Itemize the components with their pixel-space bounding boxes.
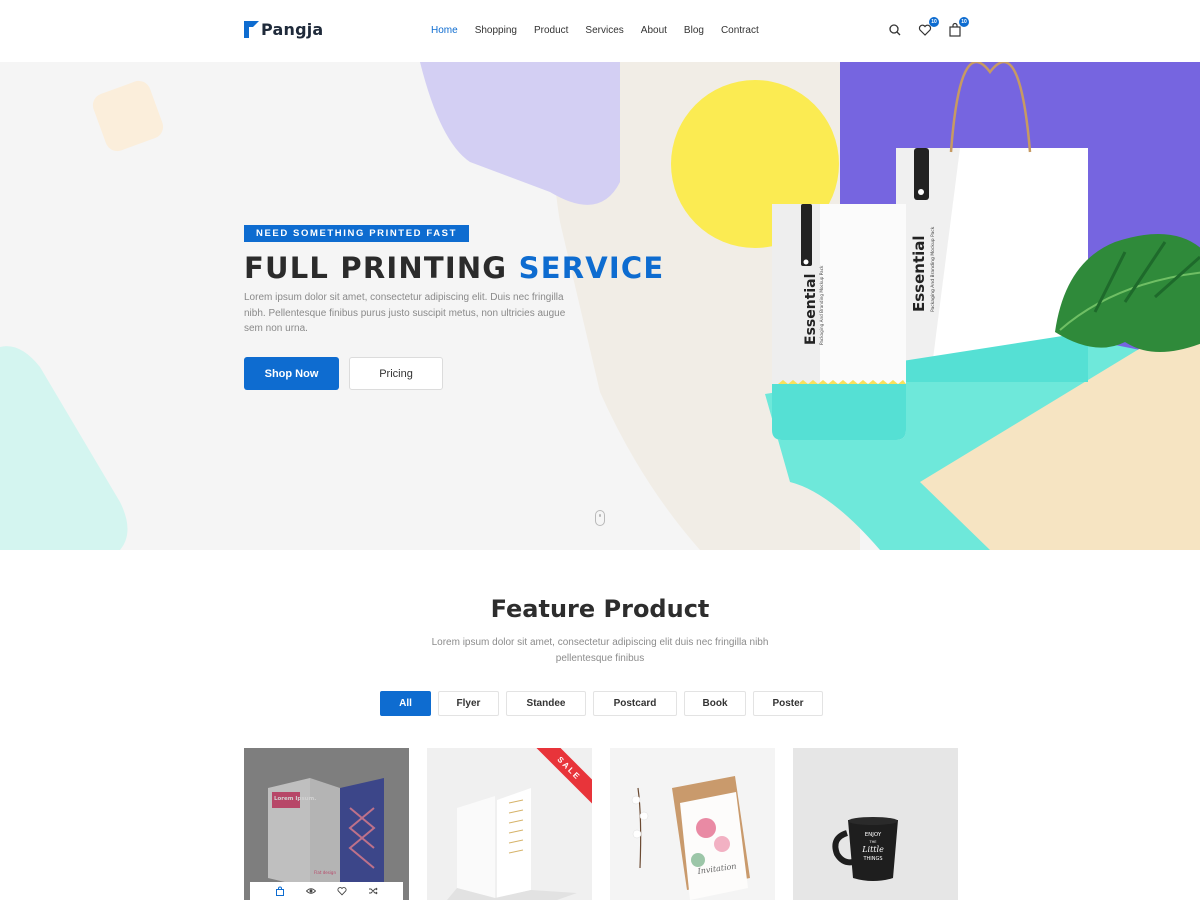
heart-icon[interactable] bbox=[337, 886, 347, 896]
hero-title-accent: SERVICE bbox=[518, 251, 665, 285]
site-header: Pangja Home Shopping Product Services Ab… bbox=[0, 0, 1200, 62]
filter-poster[interactable]: Poster bbox=[753, 691, 823, 716]
nav-item-home[interactable]: Home bbox=[431, 25, 458, 36]
feature-title: Feature Product bbox=[490, 595, 710, 623]
nav-item-product[interactable]: Product bbox=[534, 25, 568, 36]
filter-all[interactable]: All bbox=[380, 691, 431, 716]
cart-count-badge: 10 bbox=[959, 17, 969, 27]
shopping-bag-icon[interactable] bbox=[275, 886, 285, 896]
svg-text:THE: THE bbox=[869, 840, 877, 844]
svg-text:ENJOY: ENJOY bbox=[865, 832, 882, 838]
pricing-button[interactable]: Pricing bbox=[349, 357, 443, 390]
svg-text:Packaging And Branding Mockup: Packaging And Branding Mockup Pack bbox=[819, 265, 824, 345]
svg-text:Packaging And Branding Mockup: Packaging And Branding Mockup Pack bbox=[930, 226, 936, 312]
header-actions: 10 10 bbox=[888, 17, 969, 38]
hero-description: Lorem ipsum dolor sit amet, consectetur … bbox=[244, 292, 566, 334]
shuffle-icon[interactable] bbox=[368, 886, 379, 896]
nav-item-services[interactable]: Services bbox=[585, 25, 623, 36]
pouch-mockup: Essential Packaging And Branding Mockup … bbox=[772, 204, 906, 440]
filter-flyer[interactable]: Flyer bbox=[438, 691, 499, 716]
hero-tagline: NEED SOMETHING PRINTED FAST bbox=[244, 225, 470, 242]
logo-mark-icon bbox=[244, 21, 259, 38]
mug-image: ENJOY THE Little THINGS bbox=[793, 748, 958, 900]
invitation-image: Invitation bbox=[610, 748, 775, 900]
hero-title: FULL PRINTING SERVICE bbox=[244, 251, 664, 285]
filter-postcard[interactable]: Postcard bbox=[593, 691, 677, 716]
filter-book[interactable]: Book bbox=[684, 691, 746, 716]
brand-name: Pangja bbox=[261, 20, 324, 39]
product-actions bbox=[250, 882, 403, 900]
hero-banner: Essential Packaging And Branding Mockup … bbox=[0, 62, 1200, 550]
nav-item-contract[interactable]: Contract bbox=[721, 25, 759, 36]
eye-icon[interactable] bbox=[305, 886, 316, 896]
nav-item-about[interactable]: About bbox=[641, 25, 667, 36]
brochure-image: Lorem Ipsum. Flat design bbox=[244, 748, 409, 900]
hero-buttons: Shop Now Pricing bbox=[244, 357, 443, 390]
search-icon[interactable] bbox=[888, 22, 902, 38]
nav-item-shopping[interactable]: Shopping bbox=[475, 25, 517, 36]
product-card-brochure[interactable]: Lorem Ipsum. Flat design bbox=[244, 748, 409, 900]
wishlist-button[interactable]: 10 bbox=[918, 17, 939, 38]
main-nav: Home Shopping Product Services About Blo… bbox=[431, 25, 776, 36]
nav-item-blog[interactable]: Blog bbox=[684, 25, 704, 36]
svg-text:Little: Little bbox=[861, 845, 884, 854]
product-card-mug[interactable]: ENJOY THE Little THINGS bbox=[793, 748, 958, 900]
svg-text:Essential: Essential bbox=[803, 274, 819, 345]
svg-text:Essential: Essential bbox=[910, 235, 928, 312]
feature-description: Lorem ipsum dolor sit amet, consectetur … bbox=[431, 637, 769, 664]
mouse-scroll-icon[interactable] bbox=[595, 510, 605, 526]
product-filter-tabs: All Flyer Standee Postcard Book Poster bbox=[380, 691, 823, 716]
logo[interactable]: Pangja bbox=[244, 20, 323, 39]
product-card-invitation[interactable]: Invitation bbox=[610, 748, 775, 900]
hero-title-main: FULL PRINTING bbox=[244, 251, 508, 285]
wishlist-count-badge: 10 bbox=[929, 17, 939, 27]
product-card-standee[interactable]: SALE bbox=[427, 748, 592, 900]
shop-now-button[interactable]: Shop Now bbox=[244, 357, 339, 390]
hero-content: NEED SOMETHING PRINTED FAST FULL PRINTIN… bbox=[244, 223, 664, 390]
svg-text:THINGS: THINGS bbox=[862, 856, 882, 862]
filter-standee[interactable]: Standee bbox=[506, 691, 586, 716]
cart-button[interactable]: 10 bbox=[948, 17, 969, 38]
